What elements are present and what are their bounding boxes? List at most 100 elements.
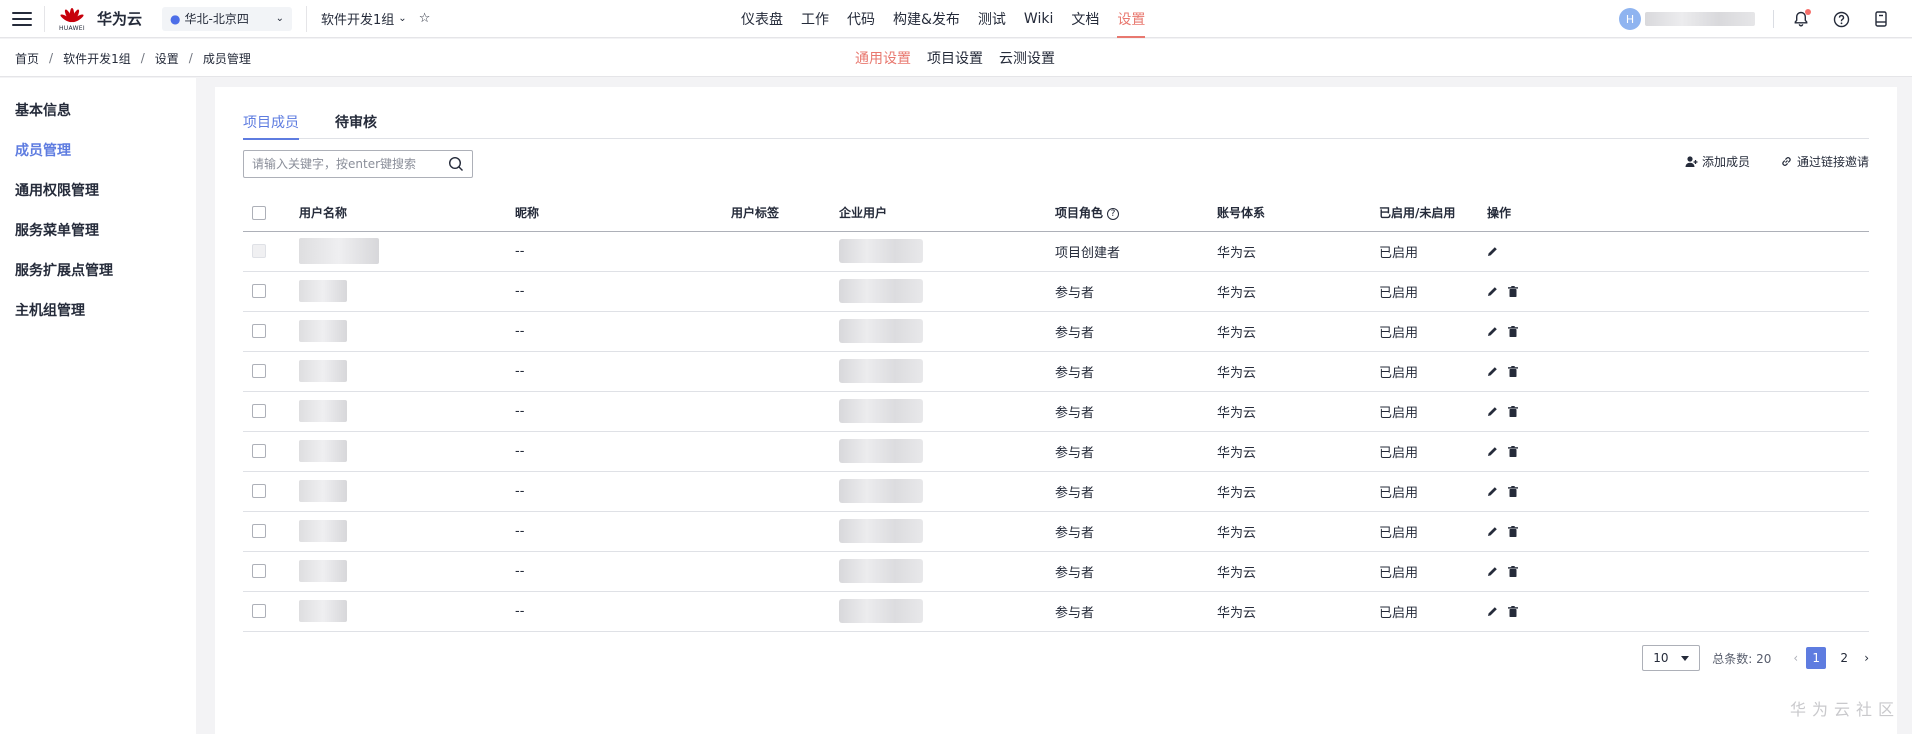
breadcrumb-settings[interactable]: 设置	[155, 50, 179, 67]
username-redacted	[299, 238, 379, 264]
username-redacted	[299, 480, 347, 502]
col-nickname[interactable]: 昵称	[515, 195, 731, 232]
edit-icon[interactable]	[1487, 486, 1498, 497]
nav-dashboard[interactable]: 仪表盘	[732, 0, 792, 38]
star-icon[interactable]: ☆	[419, 11, 431, 26]
delete-icon[interactable]	[1508, 605, 1518, 617]
menu-icon[interactable]	[12, 11, 32, 26]
tab-general-settings[interactable]: 通用设置	[855, 48, 911, 68]
table-row: -- 参与者 华为云 已启用	[243, 311, 1869, 352]
tab-pending-review[interactable]: 待审核	[335, 105, 377, 139]
region-label: 华北-北京四	[184, 12, 249, 26]
edit-icon[interactable]	[1487, 606, 1498, 617]
prev-page-icon[interactable]: ‹	[1793, 651, 1798, 665]
table-row: -- 参与者 华为云 已启用	[243, 551, 1869, 592]
next-page-icon[interactable]: ›	[1864, 651, 1869, 665]
tab-project-members[interactable]: 项目成员	[243, 105, 299, 140]
row-checkbox[interactable]	[252, 364, 266, 378]
edit-icon[interactable]	[1487, 366, 1498, 377]
page-2[interactable]: 2	[1834, 647, 1854, 669]
brand-name[interactable]: 华为云	[97, 8, 142, 29]
search-input[interactable]	[252, 157, 448, 171]
project-selector[interactable]: 软件开发1组 ⌄	[321, 9, 407, 28]
sidebar-item-host-groups[interactable]: 主机组管理	[0, 290, 196, 330]
tab-cloudtest-settings[interactable]: 云测设置	[999, 48, 1055, 68]
link-icon	[1782, 157, 1791, 166]
watermark: 华为云社区	[1789, 700, 1900, 719]
username-redacted	[299, 280, 347, 302]
nav-test[interactable]: 测试	[969, 0, 1015, 38]
nav-build-release[interactable]: 构建&发布	[884, 0, 969, 38]
nav-wiki[interactable]: Wiki	[1015, 0, 1062, 38]
sidebar-item-extension-points[interactable]: 服务扩展点管理	[0, 250, 196, 290]
nav-settings[interactable]: 设置	[1108, 0, 1154, 38]
enterprise-user-redacted	[839, 279, 923, 303]
bell-icon[interactable]	[1792, 9, 1811, 28]
table-row: -- 参与者 华为云 已启用	[243, 271, 1869, 312]
search-icon[interactable]	[448, 156, 464, 172]
page-1[interactable]: 1	[1806, 647, 1827, 669]
nickname-cell: --	[515, 311, 731, 352]
col-account-system[interactable]: 账号体系	[1217, 195, 1379, 232]
nav-work[interactable]: 工作	[792, 0, 838, 38]
user-tag-cell	[731, 311, 839, 352]
sidebar-item-service-menu[interactable]: 服务菜单管理	[0, 210, 196, 250]
col-project-role[interactable]: 项目角色?	[1055, 195, 1217, 232]
phone-icon[interactable]	[1872, 10, 1890, 28]
page-size-select[interactable]: 10	[1642, 645, 1701, 671]
edit-icon[interactable]	[1487, 246, 1498, 257]
nickname-cell: --	[515, 351, 731, 392]
help-icon[interactable]	[1832, 10, 1850, 28]
user-tag-cell	[731, 471, 839, 512]
row-checkbox[interactable]	[252, 324, 266, 338]
delete-icon[interactable]	[1508, 365, 1518, 377]
avatar[interactable]: H	[1619, 8, 1641, 30]
col-user-tag[interactable]: 用户标签	[731, 195, 839, 232]
breadcrumb-current: 成员管理	[202, 51, 251, 66]
delete-icon[interactable]	[1508, 325, 1518, 337]
col-username[interactable]: 用户名称	[299, 195, 515, 232]
select-all-checkbox[interactable]	[252, 206, 266, 220]
account-cell: 华为云	[1217, 591, 1379, 632]
breadcrumb-home[interactable]: 首页	[15, 50, 39, 67]
delete-icon[interactable]	[1508, 485, 1518, 497]
edit-icon[interactable]	[1487, 446, 1498, 457]
row-checkbox[interactable]	[252, 484, 266, 498]
row-checkbox[interactable]	[252, 284, 266, 298]
huawei-logo[interactable]: HUAWEI	[57, 5, 87, 32]
row-checkbox[interactable]	[252, 524, 266, 538]
row-operations	[1487, 485, 1869, 497]
add-member-button[interactable]: 添加成员	[1685, 153, 1750, 170]
edit-icon[interactable]	[1487, 406, 1498, 417]
edit-icon[interactable]	[1487, 566, 1498, 577]
row-checkbox[interactable]	[252, 564, 266, 578]
delete-icon[interactable]	[1508, 405, 1518, 417]
username-redacted[interactable]	[1645, 12, 1755, 26]
sidebar-item-permissions[interactable]: 通用权限管理	[0, 170, 196, 210]
help-icon[interactable]: ?	[1107, 208, 1120, 221]
breadcrumb-separator: /	[49, 51, 54, 65]
nav-code[interactable]: 代码	[838, 0, 884, 38]
nickname-cell: --	[515, 591, 731, 632]
invite-link-button[interactable]: 通过链接邀请	[1780, 153, 1869, 170]
breadcrumb-project[interactable]: 软件开发1组	[63, 50, 131, 67]
nav-docs[interactable]: 文档	[1062, 0, 1108, 38]
sidebar-item-basic-info[interactable]: 基本信息	[0, 90, 196, 130]
edit-icon[interactable]	[1487, 286, 1498, 297]
delete-icon[interactable]	[1508, 285, 1518, 297]
region-selector[interactable]: ● 华北-北京四 ⌄	[162, 6, 293, 31]
col-enterprise-user[interactable]: 企业用户	[839, 195, 1055, 232]
delete-icon[interactable]	[1508, 525, 1518, 537]
enterprise-user-redacted	[839, 439, 923, 463]
row-checkbox[interactable]	[252, 604, 266, 618]
col-status[interactable]: 已启用/未启用	[1379, 195, 1487, 232]
delete-icon[interactable]	[1508, 445, 1518, 457]
sidebar-item-members[interactable]: 成员管理	[0, 130, 196, 170]
edit-icon[interactable]	[1487, 326, 1498, 337]
row-checkbox[interactable]	[252, 404, 266, 418]
chevron-down-icon: ⌄	[398, 13, 407, 24]
edit-icon[interactable]	[1487, 526, 1498, 537]
delete-icon[interactable]	[1508, 565, 1518, 577]
tab-project-settings[interactable]: 项目设置	[927, 48, 983, 68]
row-checkbox[interactable]	[252, 444, 266, 458]
